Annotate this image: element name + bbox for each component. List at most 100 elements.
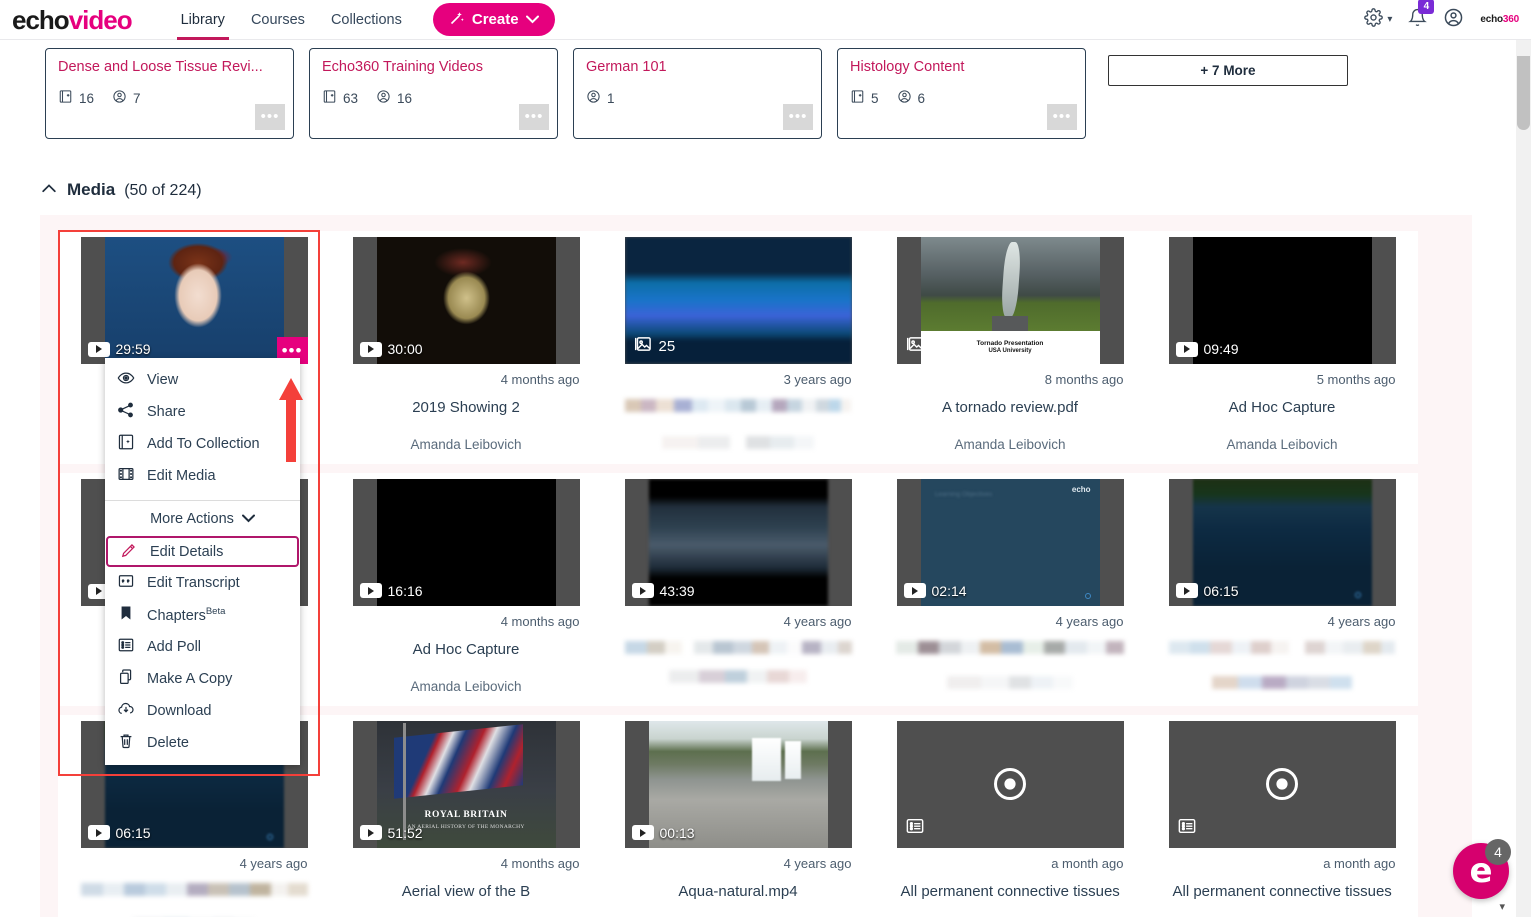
collapse-chevron-icon[interactable] — [40, 180, 58, 198]
media-card[interactable]: 06:15 4 years ago — [1146, 473, 1418, 706]
image-count-text: 6 — [931, 338, 939, 355]
media-thumbnail[interactable]: 43:39 — [625, 479, 852, 606]
account-button[interactable] — [1443, 7, 1464, 33]
download-cloud-icon — [117, 700, 135, 722]
collection-media-stat: 63 — [322, 89, 358, 107]
thumbnail-image-tornado-slide: Tornado Presentation USA University — [921, 237, 1100, 364]
duration-text: 16:16 — [388, 583, 423, 599]
menu-more-actions-toggle[interactable]: More Actions — [105, 501, 300, 536]
images-icon — [904, 335, 924, 357]
media-card-context-menu: View Share Add To Collection Edit Media … — [105, 358, 300, 765]
menu-item-edit-transcript[interactable]: Edit Transcript — [105, 567, 300, 599]
media-card-title[interactable]: All permanent connective tissues — [1169, 871, 1396, 902]
collection-media-stat: 5 — [850, 89, 879, 107]
collection-title[interactable]: Dense and Loose Tissue Revi... — [46, 49, 293, 75]
collection-more-button[interactable]: ••• — [783, 104, 813, 130]
media-card-meta: a month ago All permanent connective tis… — [1169, 848, 1396, 917]
chat-collapse-caret-icon[interactable]: ▾ — [1499, 900, 1505, 913]
media-card-title[interactable]: All permanent connective tissues — [897, 871, 1124, 902]
media-card[interactable]: 00:13 4 years ago Aqua-natural.mp4 — [602, 715, 874, 917]
media-card[interactable]: a month ago All permanent connective tis… — [1146, 715, 1418, 917]
slide-marker-icon — [1355, 592, 1361, 598]
media-thumbnail[interactable]: 25 — [625, 237, 852, 364]
menu-item-make-a-copy[interactable]: Make A Copy — [105, 663, 300, 695]
menu-item-edit-details[interactable]: Edit Details — [106, 536, 299, 567]
nav-item-library[interactable]: Library — [168, 0, 238, 40]
media-card-title[interactable]: A tornado review.pdf — [897, 387, 1124, 418]
more-collections-button[interactable]: + 7 More — [1108, 55, 1348, 86]
media-card[interactable]: a month ago All permanent connective tis… — [874, 715, 1146, 917]
collection-card[interactable]: German 101 1 ••• — [573, 48, 822, 139]
collection-people-stat: 6 — [897, 89, 926, 107]
collection-card[interactable]: Dense and Loose Tissue Revi... 16 7 ••• — [45, 48, 294, 139]
media-card-title[interactable]: Ad Hoc Capture — [1169, 387, 1396, 418]
media-card-title-redacted — [1169, 641, 1396, 654]
collection-card[interactable]: Echo360 Training Videos 63 16 ••• — [309, 48, 558, 139]
collection-more-button[interactable]: ••• — [255, 104, 285, 130]
menu-item-delete[interactable]: Delete — [105, 727, 300, 759]
media-card-age: 4 years ago — [897, 606, 1124, 629]
media-card-age: 4 months ago — [353, 606, 580, 629]
media-card[interactable]: 25 3 years ago — [602, 231, 874, 464]
tornado-slide-subtitle: USA University — [988, 348, 1031, 354]
nav-item-courses[interactable]: Courses — [238, 0, 318, 40]
media-card[interactable]: 43:39 4 years ago — [602, 473, 874, 706]
quote-icon — [117, 572, 135, 594]
media-thumbnail[interactable]: Tornado Presentation USA University 6 — [897, 237, 1124, 364]
collection-stats: 5 6 — [838, 75, 1085, 107]
menu-item-label: Delete — [147, 735, 189, 751]
media-thumbnail[interactable]: 16:16 — [353, 479, 580, 606]
media-card[interactable]: 09:49 5 months ago Ad Hoc Capture Amanda… — [1146, 231, 1418, 464]
media-card[interactable]: Tornado Presentation USA University 6 8 … — [874, 231, 1146, 464]
media-thumbnail[interactable]: 06:15 — [1169, 479, 1396, 606]
media-thumbnail[interactable]: 30:00 — [353, 237, 580, 364]
media-thumbnail[interactable] — [1169, 721, 1396, 848]
collection-card[interactable]: Histology Content 5 6 ••• — [837, 48, 1086, 139]
media-thumbnail[interactable]: 09:49 — [1169, 237, 1396, 364]
play-icon — [360, 342, 382, 357]
media-card-title[interactable]: Ad Hoc Capture — [353, 629, 580, 660]
media-card-meta: 4 years ago — [625, 606, 852, 683]
collection-title[interactable]: German 101 — [574, 49, 821, 75]
menu-item-view[interactable]: View — [105, 364, 300, 396]
collection-title[interactable]: Histology Content — [838, 49, 1085, 75]
media-card-title[interactable]: Aqua-natural.mp4 — [625, 871, 852, 902]
image-count-text: 25 — [659, 338, 676, 355]
media-card-title[interactable]: Aerial view of the B — [353, 871, 580, 902]
media-card[interactable]: ROYAL BRITAIN AN AERIAL HISTORY OF THE M… — [330, 715, 602, 917]
menu-item-chapters[interactable]: ChaptersBeta — [105, 599, 300, 631]
collection-more-button[interactable]: ••• — [1047, 104, 1077, 130]
play-icon — [1176, 342, 1198, 357]
media-thumbnail[interactable]: ROYAL BRITAIN AN AERIAL HISTORY OF THE M… — [353, 721, 580, 848]
page-vertical-scrollbar[interactable] — [1516, 40, 1531, 917]
menu-item-add-to-collection[interactable]: Add To Collection — [105, 428, 300, 460]
collection-stats: 63 16 — [310, 75, 557, 107]
page-scrollbar-thumb[interactable] — [1517, 44, 1530, 130]
collection-title[interactable]: Echo360 Training Videos — [310, 49, 557, 75]
scrollbar-track-top[interactable] — [1516, 40, 1531, 56]
create-button[interactable]: Create — [433, 3, 555, 36]
media-card[interactable]: 16:16 4 months ago Ad Hoc Capture Amanda… — [330, 473, 602, 706]
media-thumbnail[interactable]: 00:13 — [625, 721, 852, 848]
menu-item-edit-media[interactable]: Edit Media — [105, 460, 300, 492]
media-card-author — [897, 901, 1124, 917]
media-thumbnail[interactable]: Learning Objectives echo 02:14 — [897, 479, 1124, 606]
nav-item-collections[interactable]: Collections — [318, 0, 415, 40]
media-thumbnail[interactable]: 29:59 ••• — [81, 237, 308, 364]
menu-item-add-poll[interactable]: Add Poll — [105, 631, 300, 663]
media-card[interactable]: Learning Objectives echo 02:14 4 years a… — [874, 473, 1146, 706]
settings-menu-button[interactable]: ▾ — [1364, 8, 1392, 32]
menu-item-share[interactable]: Share — [105, 396, 300, 428]
echovideo-logo[interactable]: echovideo — [12, 7, 132, 33]
collection-more-button[interactable]: ••• — [519, 104, 549, 130]
media-card-title[interactable]: 2019 Showing 2 — [353, 387, 580, 418]
account-circle-icon — [1443, 7, 1464, 33]
collection-people-count: 16 — [397, 91, 412, 106]
menu-item-label: ChaptersBeta — [147, 606, 225, 624]
menu-item-label: Add Poll — [147, 639, 201, 655]
media-thumbnail[interactable] — [897, 721, 1124, 848]
duration-badge: 29:59 — [88, 341, 151, 357]
menu-item-download[interactable]: Download — [105, 695, 300, 727]
notifications-button[interactable]: 4 — [1408, 8, 1427, 32]
media-card[interactable]: 30:00 4 months ago 2019 Showing 2 Amanda… — [330, 231, 602, 464]
